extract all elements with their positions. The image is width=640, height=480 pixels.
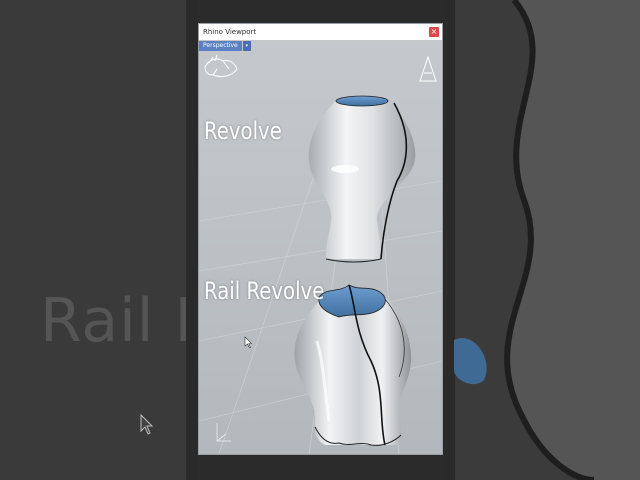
rail-revolve-label: Rail Revolve (204, 277, 325, 305)
revolve-vase (308, 95, 416, 263)
chevron-down-icon[interactable]: ▾ (242, 41, 251, 51)
rail-revolve-vase (294, 284, 412, 446)
mouse-cursor-icon (244, 336, 253, 349)
wireframe-a-icon (419, 55, 437, 82)
background-cursor-icon (140, 414, 154, 435)
revolve-label: Revolve (204, 117, 282, 145)
viewport-scene (199, 54, 442, 454)
background-vase-shape (454, 0, 640, 480)
background-strip-left (186, 0, 198, 480)
rhino-viewport-window: Rhino Viewport × Perspective ▾ Revolve R… (198, 23, 443, 455)
rhino-logo-icon (204, 54, 238, 78)
perspective-viewport[interactable]: Perspective ▾ Revolve Rail Revolve (199, 41, 442, 454)
window-titlebar[interactable]: Rhino Viewport × (199, 24, 442, 41)
viewport-tab-label[interactable]: Perspective (199, 41, 242, 51)
background-left (0, 0, 186, 480)
background-blurred-text: Rail Re (40, 286, 186, 356)
window-title: Rhino Viewport (203, 28, 257, 36)
close-button[interactable]: × (429, 27, 439, 37)
viewport-tab[interactable]: Perspective ▾ (199, 41, 251, 51)
